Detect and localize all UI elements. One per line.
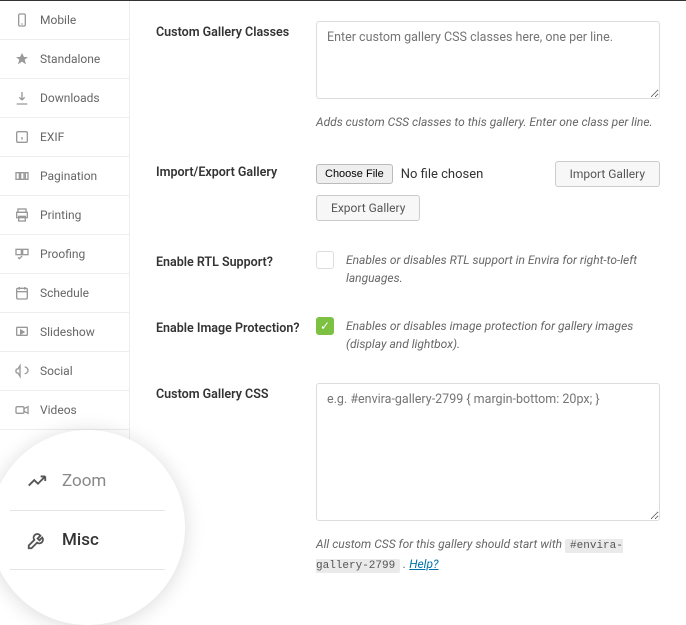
sidebar-item-schedule[interactable]: Schedule: [0, 274, 129, 313]
rtl-label: Enable RTL Support?: [156, 251, 316, 287]
sidebar-item-misc-magnified[interactable]: Misc: [0, 511, 185, 569]
sidebar-item-videos[interactable]: Videos: [0, 391, 129, 430]
custom-classes-help: Adds custom CSS classes to this gallery.…: [316, 113, 660, 131]
standalone-icon: [14, 51, 30, 67]
sidebar-item-label: Slideshow: [40, 325, 95, 339]
import-gallery-button[interactable]: Import Gallery: [555, 161, 660, 187]
magnifier-callout: Zoom Misc: [0, 430, 185, 625]
sidebar-item-label: Mobile: [40, 13, 76, 27]
custom-classes-textarea[interactable]: [316, 21, 660, 99]
sidebar-item-slideshow[interactable]: Slideshow: [0, 313, 129, 352]
sidebar-item-zoom-magnified[interactable]: Zoom: [0, 430, 185, 510]
protection-help: Enables or disables image protection for…: [346, 317, 660, 353]
megaphone-icon: [14, 363, 30, 379]
zoom-icon: [26, 470, 48, 492]
sidebar-item-label: Printing: [40, 208, 81, 222]
custom-classes-label: Custom Gallery Classes: [156, 21, 316, 131]
slideshow-icon: [14, 324, 30, 340]
zoom-label: Zoom: [62, 471, 106, 491]
custom-css-textarea[interactable]: [316, 383, 660, 521]
import-export-label: Import/Export Gallery: [156, 161, 316, 221]
mobile-icon: [14, 12, 30, 28]
export-gallery-button[interactable]: Export Gallery: [316, 195, 420, 221]
sidebar-item-pagination[interactable]: Pagination: [0, 157, 129, 196]
sidebar-item-standalone[interactable]: Standalone: [0, 40, 129, 79]
sidebar-item-label: Schedule: [40, 286, 89, 300]
download-icon: [14, 90, 30, 106]
sidebar-item-label: Proofing: [40, 247, 85, 261]
sidebar-item-label: Downloads: [40, 91, 100, 105]
custom-css-help: All custom CSS for this gallery should s…: [316, 535, 660, 574]
help-link[interactable]: Help?: [409, 557, 438, 571]
rtl-checkbox[interactable]: [316, 251, 334, 269]
sidebar-item-label: EXIF: [40, 130, 64, 144]
printer-icon: [14, 207, 30, 223]
info-icon: [14, 129, 30, 145]
calendar-icon: [14, 285, 30, 301]
sidebar-item-label: Videos: [40, 403, 77, 417]
sidebar-item-downloads[interactable]: Downloads: [0, 79, 129, 118]
sidebar-item-social[interactable]: Social: [0, 352, 129, 391]
sidebar-item-label: Social: [40, 364, 73, 378]
misc-label: Misc: [62, 530, 99, 550]
no-file-text: No file chosen: [401, 167, 484, 182]
settings-panel: Custom Gallery Classes Adds custom CSS c…: [130, 1, 686, 595]
video-icon: [14, 402, 30, 418]
rtl-help: Enables or disables RTL support in Envir…: [346, 251, 660, 287]
protection-checkbox[interactable]: ✓: [316, 317, 334, 335]
choose-file-button[interactable]: Choose File: [316, 164, 393, 184]
pagination-icon: [14, 168, 30, 184]
sidebar-item-label: Pagination: [40, 169, 97, 183]
sidebar-item-mobile[interactable]: Mobile: [0, 1, 129, 40]
protection-label: Enable Image Protection?: [156, 317, 316, 353]
sidebar-item-proofing[interactable]: Proofing: [0, 235, 129, 274]
sidebar-item-label: Standalone: [40, 52, 100, 66]
wrench-icon: [26, 529, 48, 551]
sidebar-item-printing[interactable]: Printing: [0, 196, 129, 235]
sidebar-item-exif[interactable]: EXIF: [0, 118, 129, 157]
proofing-icon: [14, 246, 30, 262]
